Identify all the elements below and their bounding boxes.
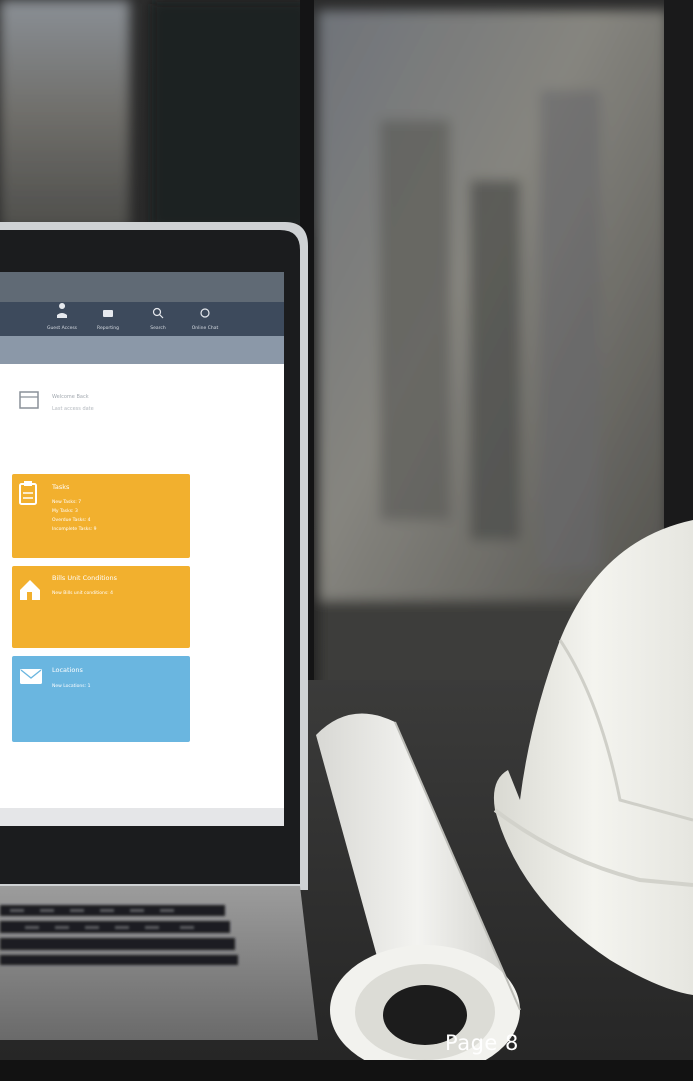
tile-line: New Tasks: 7 [52, 499, 81, 505]
dashboard-tile-tasks[interactable]: Tasks New Tasks: 7 My Tasks: 3 Overdue T… [12, 474, 190, 558]
tile-title: Locations [52, 666, 83, 674]
page-number: Page 8 [445, 1031, 519, 1055]
tile-title: Bills Unit Conditions [52, 574, 118, 582]
tile-line: New Bills unit conditions: 4 [52, 590, 113, 596]
tile-line: Incomplete Tasks: 9 [52, 526, 97, 532]
bottom-shadow [0, 1060, 693, 1081]
app-footer [0, 808, 284, 826]
dashboard-tile-bills[interactable]: Bills Unit Conditions New Bills unit con… [12, 566, 190, 648]
tile-line: Overdue Tasks: 4 [52, 517, 91, 523]
app-titlebar [0, 272, 284, 302]
app-toolbar [0, 302, 284, 336]
toolbar-label: Online Chat [192, 325, 219, 331]
header-line: Last access date [52, 406, 94, 412]
tile-background [12, 474, 190, 558]
toolbar-label: Guest Access [47, 325, 78, 331]
tile-line: My Tasks: 3 [52, 508, 78, 514]
tile-background [12, 656, 190, 742]
tile-line: New Locations: 1 [52, 683, 91, 689]
app-subbar [0, 336, 284, 364]
folder-icon [103, 310, 113, 317]
tile-title: Tasks [51, 483, 70, 491]
toolbar-label: Reporting [97, 325, 119, 331]
envelope-icon [20, 669, 42, 684]
toolbar-label: Search [150, 325, 166, 331]
dashboard-tile-locations[interactable]: Locations New Locations: 1 [12, 656, 190, 742]
photo-scene: Guest Access Reporting Search Online Cha… [0, 0, 693, 1081]
header-line: Welcome Back [52, 394, 89, 400]
